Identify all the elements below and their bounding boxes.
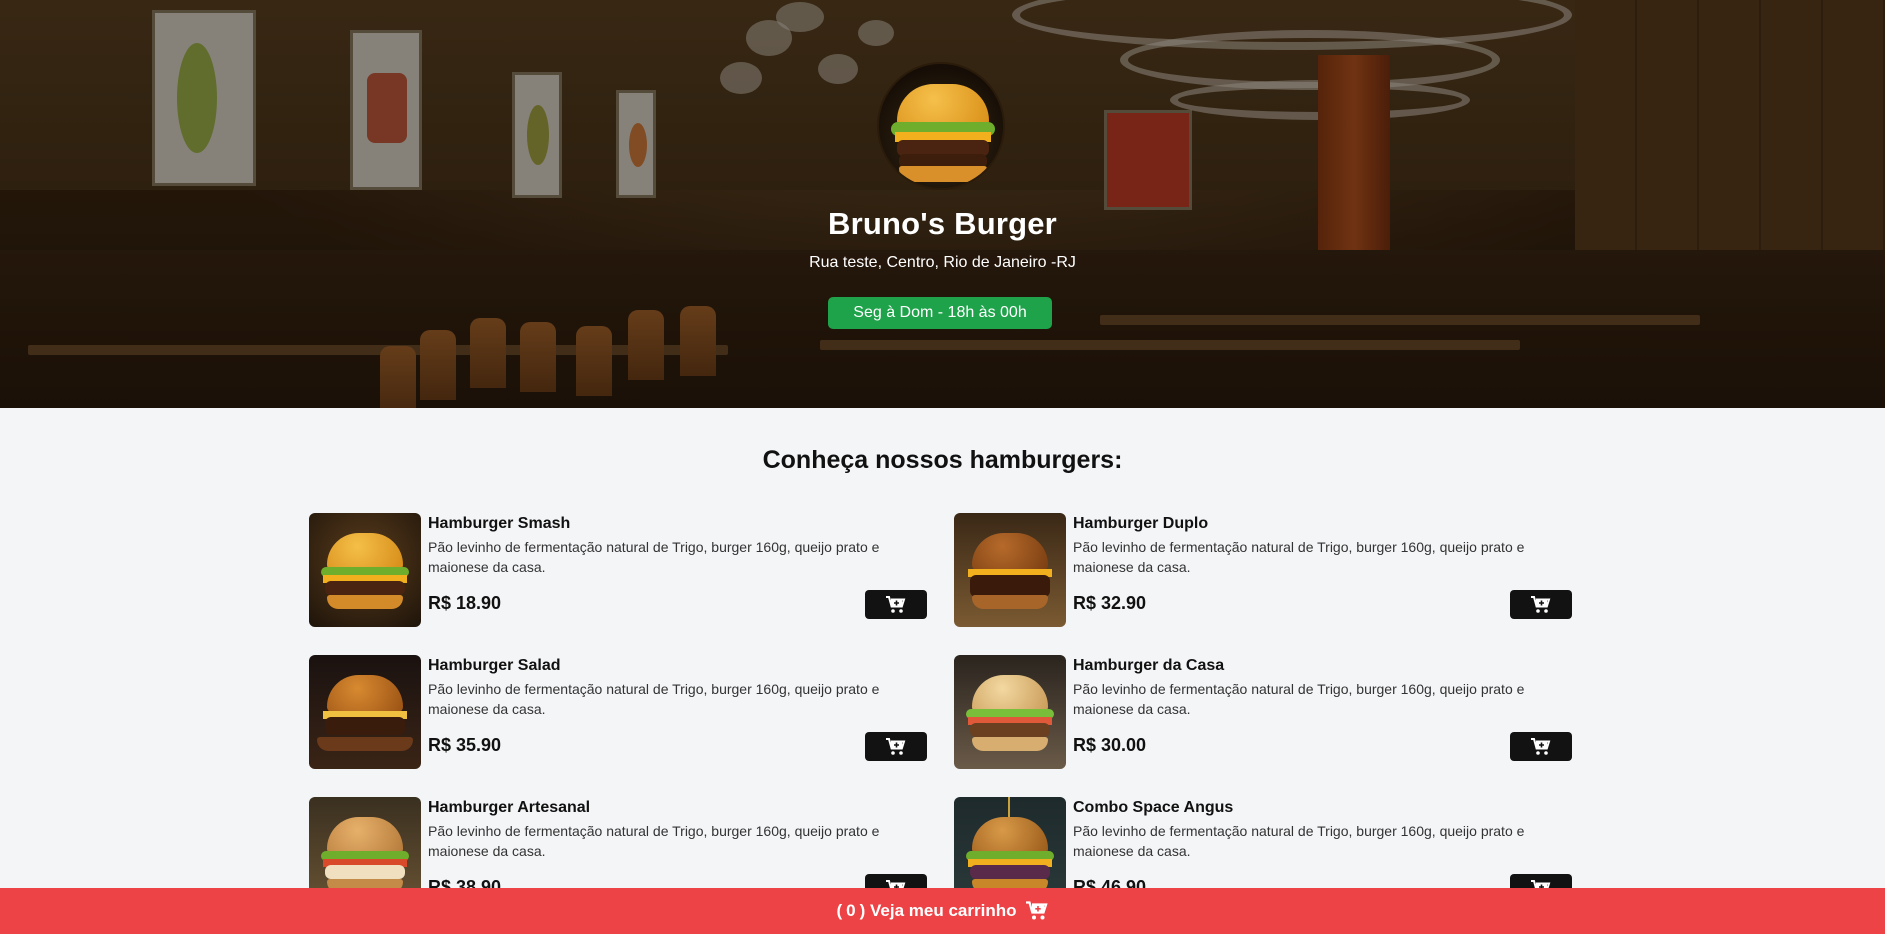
cart-plus-icon — [1531, 595, 1551, 613]
menu-item: Hamburger da Casa Pão levinho de ferment… — [954, 655, 1572, 769]
cart-label: ) Veja meu carrinho — [859, 901, 1017, 920]
item-name: Hamburger Salad — [428, 657, 561, 674]
item-description: Pão levinho de fermentação natural de Tr… — [1073, 539, 1525, 575]
cart-plus-icon — [886, 595, 906, 613]
item-price: R$ 35.90 — [428, 735, 502, 755]
item-description: Pão levinho de fermentação natural de Tr… — [428, 681, 880, 717]
hero-banner: Bruno's Burger Rua teste, Centro, Rio de… — [0, 0, 1885, 408]
item-description: Pão levinho de fermentação natural de Tr… — [1073, 681, 1525, 717]
item-price: R$ 30.00 — [1073, 735, 1147, 755]
add-to-cart-button[interactable] — [865, 590, 927, 619]
cart-open-paren: ( — [836, 901, 843, 920]
burger-image — [309, 655, 421, 769]
cart-plus-icon — [886, 737, 906, 755]
cart-plus-icon — [1531, 737, 1551, 755]
opening-hours-badge: Seg à Dom - 18h às 00h — [828, 297, 1052, 329]
menu-item: Hamburger Smash Pão levinho de fermentaç… — [309, 513, 927, 627]
item-name: Hamburger da Casa — [1073, 657, 1225, 674]
shopping-cart-icon — [1026, 901, 1049, 921]
burger-image — [954, 513, 1066, 627]
item-price: R$ 18.90 — [428, 593, 502, 613]
item-name: Hamburger Duplo — [1073, 515, 1209, 532]
add-to-cart-button[interactable] — [865, 732, 927, 761]
menu-item: Hamburger Duplo Pão levinho de fermentaç… — [954, 513, 1572, 627]
add-to-cart-button[interactable] — [1510, 590, 1572, 619]
store-address: Rua teste, Centro, Rio de Janeiro -RJ — [809, 254, 1076, 271]
store-logo — [877, 62, 1005, 190]
item-price: R$ 32.90 — [1073, 593, 1147, 613]
item-name: Combo Space Angus — [1073, 799, 1234, 816]
menu-title: Conheça nossos hamburgers: — [762, 446, 1123, 474]
item-description: Pão levinho de fermentação natural de Tr… — [1073, 823, 1525, 859]
add-to-cart-button[interactable] — [1510, 732, 1572, 761]
cart-count: 0 — [846, 901, 856, 920]
burger-image — [954, 655, 1066, 769]
item-name: Hamburger Artesanal — [428, 799, 591, 816]
item-description: Pão levinho de fermentação natural de Tr… — [428, 539, 880, 575]
burger-image — [309, 513, 421, 627]
menu-item: Hamburger Salad Pão levinho de fermentaç… — [309, 655, 927, 769]
view-cart-button[interactable]: ( 0 ) Veja meu carrinho — [0, 888, 1885, 934]
item-description: Pão levinho de fermentação natural de Tr… — [428, 823, 880, 859]
item-name: Hamburger Smash — [428, 515, 571, 532]
store-title: Bruno's Burger — [828, 206, 1057, 241]
